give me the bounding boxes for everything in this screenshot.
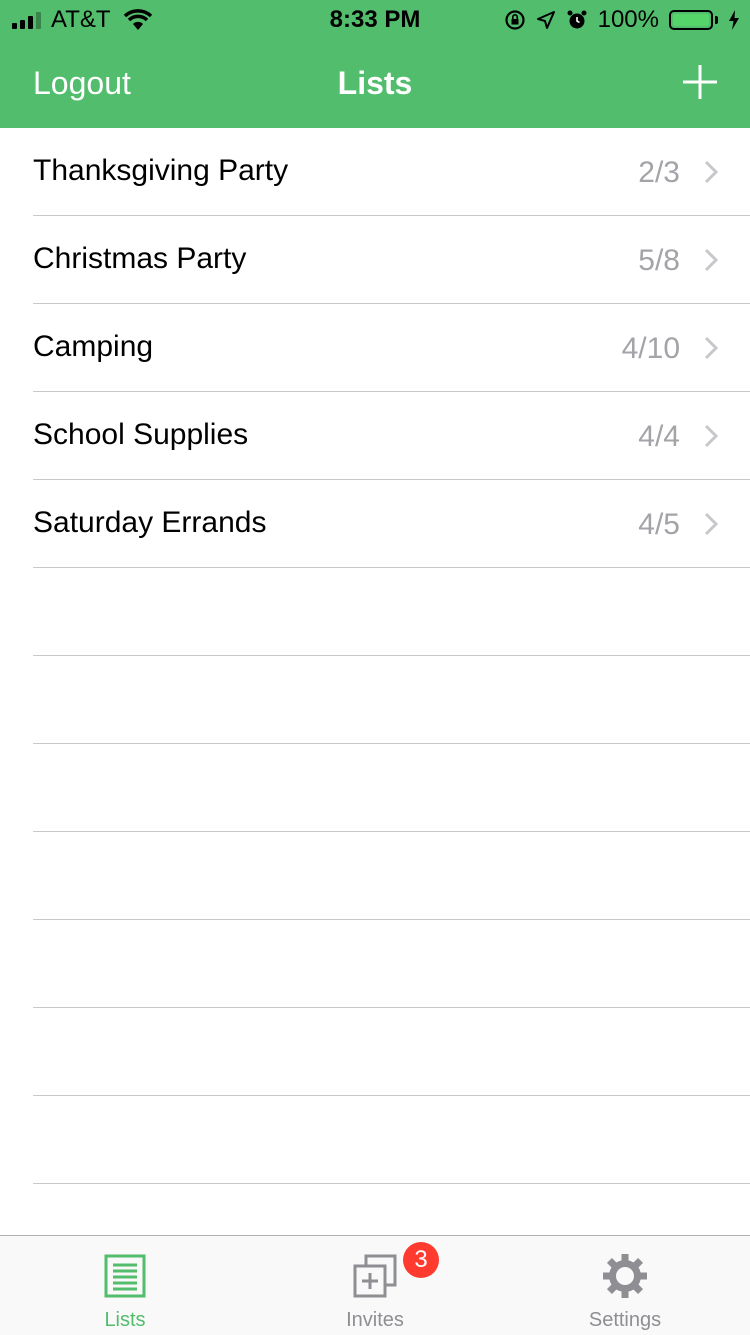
lists-table: Thanksgiving Party 2/3 Christmas Party 5/8 C… bbox=[0, 128, 750, 1184]
battery-percent: 100% bbox=[597, 6, 659, 33]
tab-invites[interactable]: 3 Invites bbox=[250, 1236, 500, 1335]
tab-label: Invites bbox=[346, 1309, 404, 1331]
status-right: 100% bbox=[504, 6, 740, 34]
list-icon bbox=[104, 1254, 146, 1298]
tab-label: Settings bbox=[588, 1309, 662, 1331]
empty-row bbox=[0, 1008, 750, 1096]
list-item[interactable]: Saturday Errands 4/5 bbox=[0, 480, 750, 568]
alarm-icon bbox=[567, 10, 587, 29]
chevron-right-icon bbox=[704, 336, 718, 360]
status-bar: AT&T 8:33 PM 100% bbox=[0, 0, 750, 40]
tab-label: Lists bbox=[104, 1309, 146, 1331]
list-item-title: Camping bbox=[33, 330, 154, 363]
list-item[interactable]: Thanksgiving Party 2/3 bbox=[0, 128, 750, 216]
empty-row bbox=[0, 744, 750, 832]
list-item[interactable]: School Supplies 4/4 bbox=[0, 392, 750, 480]
chevron-right-icon bbox=[704, 512, 718, 536]
list-item-title: Thanksgiving Party bbox=[33, 154, 289, 187]
tab-lists[interactable]: Lists bbox=[0, 1236, 250, 1335]
list-item-title: School Supplies bbox=[33, 418, 249, 451]
charging-icon bbox=[729, 10, 739, 30]
list-item[interactable]: Christmas Party 5/8 bbox=[0, 216, 750, 304]
list-item-count: 2/3 bbox=[638, 156, 680, 189]
list-item-count: 4/5 bbox=[638, 508, 680, 541]
list-item-title: Christmas Party bbox=[33, 242, 247, 275]
tab-bar: Lists 3 Invites Settings bbox=[0, 1235, 750, 1335]
navigation-bar: Logout Lists bbox=[0, 40, 750, 128]
battery-icon bbox=[669, 10, 718, 30]
empty-row bbox=[0, 568, 750, 656]
rotation-lock-icon bbox=[505, 10, 525, 30]
location-icon bbox=[536, 11, 555, 29]
list-item[interactable]: Camping 4/10 bbox=[0, 304, 750, 392]
tab-settings[interactable]: Settings bbox=[500, 1236, 750, 1335]
empty-row bbox=[0, 920, 750, 1008]
logout-button[interactable]: Logout bbox=[33, 65, 131, 102]
chevron-right-icon bbox=[704, 160, 718, 184]
list-item-count: 5/8 bbox=[638, 244, 680, 277]
empty-row bbox=[0, 1096, 750, 1184]
list-item-count: 4/4 bbox=[638, 420, 680, 453]
list-item-title: Saturday Errands bbox=[33, 506, 267, 539]
gear-icon bbox=[603, 1254, 647, 1298]
list-item-count: 4/10 bbox=[621, 332, 680, 365]
invites-badge: 3 bbox=[403, 1242, 439, 1278]
chevron-right-icon bbox=[704, 424, 718, 448]
invites-icon bbox=[353, 1254, 397, 1298]
empty-row bbox=[0, 832, 750, 920]
chevron-right-icon bbox=[704, 248, 718, 272]
plus-icon[interactable] bbox=[682, 64, 718, 100]
empty-row bbox=[0, 656, 750, 744]
